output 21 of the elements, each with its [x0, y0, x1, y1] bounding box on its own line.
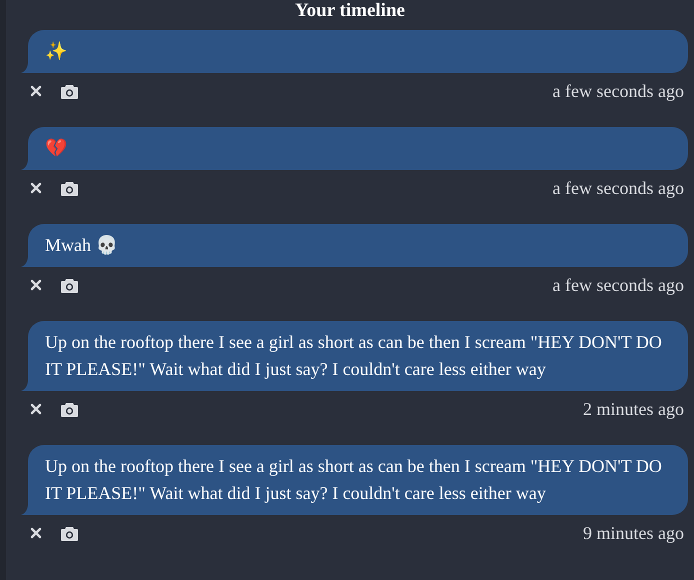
close-icon[interactable] [30, 279, 42, 291]
camera-icon[interactable] [61, 526, 78, 540]
message-text: Up on the rooftop there I see a girl as short as can be then I scream "HEY DON'T DO IT PLEASE!" Wait what did I just say? I couldn't care less either way [45, 456, 662, 503]
close-icon[interactable] [30, 182, 42, 194]
timestamp: a few seconds ago [552, 80, 684, 103]
camera-icon[interactable] [61, 84, 78, 98]
camera-icon[interactable] [61, 180, 78, 196]
camera-icon[interactable] [61, 402, 78, 416]
close-icon[interactable] [30, 85, 42, 97]
timestamp: a few seconds ago [552, 274, 684, 297]
camera-icon[interactable] [61, 278, 78, 292]
timestamp: 2 minutes ago [583, 398, 684, 421]
timestamp: 9 minutes ago [583, 522, 684, 545]
message-text: 💔 [45, 138, 67, 158]
close-icon[interactable] [30, 403, 42, 415]
message-text: Up on the rooftop there I see a girl as short as can be then I scream "HEY DON'T DO IT PLEASE!" Wait what did I just say? I couldn't care less either way [45, 332, 662, 379]
close-icon[interactable] [30, 527, 42, 539]
message-text: ✨ [45, 41, 67, 61]
timestamp: a few seconds ago [552, 176, 684, 200]
timeline-title: Your timeline [295, 0, 405, 22]
message-text: Mwah 💀 [45, 235, 118, 255]
